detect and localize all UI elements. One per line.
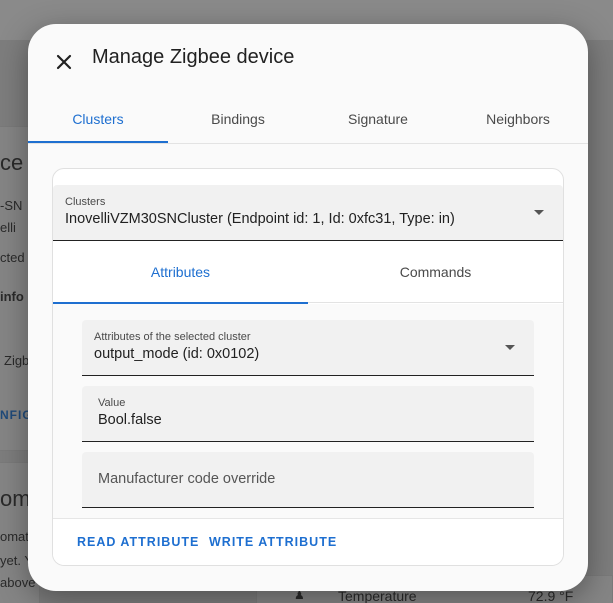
value-field[interactable]: Value Bool.false [82,386,534,442]
attribute-select[interactable]: Attributes of the selected cluster outpu… [82,320,534,376]
attribute-select-label: Attributes of the selected cluster [94,331,251,343]
background-fragment: info [0,289,24,304]
chevron-down-icon [534,210,544,215]
clusters-select[interactable]: Clusters InovelliVZM30SNCluster (Endpoin… [53,185,563,241]
background-fragment: Zigb [4,353,30,368]
attribute-select-value: output_mode (id: 0x0102) [94,346,260,362]
manage-zigbee-dialog: Manage Zigbee device Clusters Bindings S… [28,24,588,591]
attributes-panel: Attributes of the selected cluster outpu… [53,304,563,518]
tabs-divider [28,143,588,144]
cluster-subtabs: Attributes Commands [53,241,563,304]
tab-bindings[interactable]: Bindings [168,104,308,144]
chevron-down-icon [505,345,515,350]
manufacturer-code-placeholder: Manufacturer code override [98,471,276,487]
read-attribute-button[interactable]: READ ATTRIBUTE [77,535,199,549]
value-field-label: Value [98,397,126,409]
manufacturer-code-field[interactable]: Manufacturer code override [82,452,534,508]
tab-commands[interactable]: Commands [308,241,563,303]
close-button[interactable] [48,46,80,78]
write-attribute-button[interactable]: WRITE ATTRIBUTE [209,535,337,549]
tab-signature[interactable]: Signature [308,104,448,144]
close-icon [56,54,72,70]
background-fragment: omat [0,529,29,544]
dialog-title: Manage Zigbee device [92,46,295,68]
tab-neighbors[interactable]: Neighbors [448,104,588,144]
clusters-select-value: InovelliVZM30SNCluster (Endpoint id: 1, … [65,211,455,227]
background-fragment: -SN [0,198,23,213]
background-fragment: elli [0,220,16,235]
tab-clusters[interactable]: Clusters [28,104,168,144]
dialog-tabs: Clusters Bindings Signature Neighbors [28,104,588,144]
clusters-card: Clusters InovelliVZM30SNCluster (Endpoin… [52,168,564,566]
value-field-value: Bool.false [98,412,162,428]
background-fragment: above [0,575,36,590]
tab-attributes[interactable]: Attributes [53,241,308,304]
clusters-select-label: Clusters [65,196,106,208]
background-fragment: cted [0,250,25,265]
attribute-actions: READ ATTRIBUTE WRITE ATTRIBUTE [53,518,563,565]
background-fragment: ce [0,150,24,175]
